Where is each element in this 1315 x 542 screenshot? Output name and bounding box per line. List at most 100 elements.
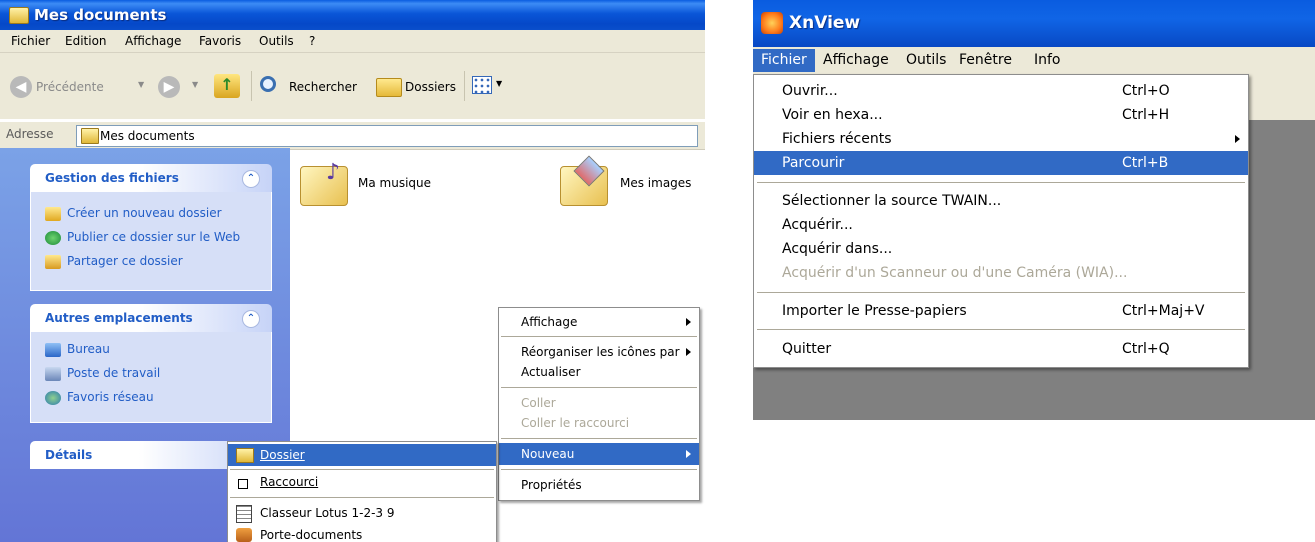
search-icon: [260, 76, 276, 92]
ctx-reorganiser[interactable]: Réorganiser les icônes par: [499, 341, 699, 363]
task-new-folder[interactable]: Créer un nouveau dossier: [45, 206, 222, 221]
ctx-actualiser[interactable]: Actualiser: [499, 361, 699, 383]
back-arrow-icon: ◀: [10, 76, 32, 98]
file-tasks-panel: Gestion des fichiers ⌃ Créer un nouveau …: [30, 164, 272, 291]
folder-label: Mes images: [620, 176, 692, 190]
ctx-nouveau[interactable]: Nouveau: [499, 443, 699, 465]
other-places-panel: Autres emplacements ⌃ Bureau Poste de tr…: [30, 304, 272, 423]
xnview-app-icon: [761, 12, 783, 34]
submenu-arrow-icon: [686, 318, 691, 326]
new-classeur-lotus[interactable]: Classeur Lotus 1-2-3 9: [228, 502, 496, 524]
folder-mes-images[interactable]: Mes images: [558, 155, 698, 210]
explorer-window: Mes documents Fichier Edition Affichage …: [0, 0, 705, 542]
panel-body: Bureau Poste de travail Favoris réseau: [30, 332, 272, 423]
toolbar-area: [1247, 74, 1315, 120]
toolbar: ◀ Précédente ▼ ▶ ▼ ↑ Rechercher Dossiers…: [0, 53, 705, 119]
computer-icon: [45, 366, 61, 381]
back-label: Précédente: [36, 80, 104, 94]
menu-fichier[interactable]: Fichier: [753, 49, 815, 72]
folders-icon: [376, 78, 402, 97]
back-button[interactable]: ◀ Précédente ▼: [10, 76, 150, 100]
title-bar: Mes documents: [0, 0, 705, 30]
submenu-arrow-icon: [686, 450, 691, 458]
separator: [757, 329, 1245, 331]
new-raccourci[interactable]: Raccourci: [228, 471, 496, 493]
new-dossier[interactable]: Dossier: [228, 444, 496, 466]
menu-affichage[interactable]: Affichage: [823, 52, 889, 68]
menu-item-voir-hexa[interactable]: Voir en hexa... Ctrl+H: [754, 103, 1248, 127]
menu-bar: Fichier Affichage Outils Fenêtre Info: [753, 47, 1315, 74]
task-publish-web[interactable]: Publier ce dossier sur le Web: [45, 230, 240, 245]
place-poste-travail[interactable]: Poste de travail: [45, 366, 160, 381]
search-button[interactable]: Rechercher: [258, 74, 368, 100]
address-bar: Adresse Mes documents: [0, 121, 705, 150]
xnview-window: XnView Fichier Affichage Outils Fenêtre …: [753, 0, 1315, 420]
collapse-icon[interactable]: ⌃: [242, 310, 260, 328]
chevron-down-icon: ▼: [138, 80, 145, 89]
place-favoris-reseau[interactable]: Favoris réseau: [45, 390, 154, 405]
menu-fenetre[interactable]: Fenêtre: [959, 52, 1012, 68]
panel-header[interactable]: Autres emplacements ⌃: [30, 304, 272, 332]
folder-ma-musique[interactable]: ♪ Ma musique: [298, 160, 438, 210]
window-title: XnView: [789, 13, 861, 33]
menu-fichier[interactable]: Fichier: [11, 34, 50, 48]
panel-header[interactable]: Gestion des fichiers ⌃: [30, 164, 272, 192]
menu-outils[interactable]: Outils: [906, 52, 946, 68]
share-folder-icon: [45, 254, 61, 269]
folder-icon: [236, 448, 254, 463]
new-porte-documents[interactable]: Porte-documents: [228, 524, 496, 542]
menu-item-source-twain[interactable]: Sélectionner la source TWAIN...: [754, 189, 1248, 213]
menu-item-quitter[interactable]: Quitter Ctrl+Q: [754, 337, 1248, 361]
chevron-down-icon: ▼: [496, 79, 503, 88]
menu-affichage[interactable]: Affichage: [125, 34, 181, 48]
menu-item-ouvrir[interactable]: Ouvrir... Ctrl+O: [754, 79, 1248, 103]
menu-favoris[interactable]: Favoris: [199, 34, 241, 48]
music-folder-icon: [300, 166, 348, 206]
search-label: Rechercher: [289, 80, 357, 94]
spreadsheet-icon: [236, 505, 252, 523]
submenu-arrow-icon: [686, 348, 691, 356]
desktop-icon: [45, 342, 61, 357]
context-menu: Affichage Réorganiser les icônes par Act…: [498, 307, 700, 501]
views-icon: [472, 76, 492, 94]
menu-outils[interactable]: Outils: [259, 34, 294, 48]
menu-bar: Fichier Edition Affichage Favoris Outils…: [0, 30, 705, 53]
submenu-arrow-icon: [1235, 135, 1240, 143]
forward-button[interactable]: ▶: [158, 76, 180, 98]
separator: [501, 438, 697, 439]
new-folder-icon: [45, 206, 61, 221]
panel-title: Détails: [45, 448, 93, 462]
separator: [757, 292, 1245, 294]
separator: [501, 387, 697, 388]
menu-help[interactable]: ?: [309, 34, 315, 48]
menu-item-fichiers-recents[interactable]: Fichiers récents: [754, 127, 1248, 151]
ctx-coller: Coller: [521, 396, 556, 410]
menu-item-parcourir[interactable]: Parcourir Ctrl+B: [754, 151, 1248, 175]
globe-icon: [45, 230, 61, 245]
ctx-affichage[interactable]: Affichage: [499, 311, 699, 333]
folder-app-icon: [9, 7, 29, 24]
ctx-coller-raccourci: Coller le raccourci: [521, 416, 630, 430]
menu-edition[interactable]: Edition: [65, 34, 107, 48]
ctx-proprietes[interactable]: Propriétés: [499, 474, 699, 496]
network-icon: [45, 390, 61, 405]
briefcase-icon: [236, 528, 252, 542]
task-share-folder[interactable]: Partager ce dossier: [45, 254, 183, 269]
separator: [230, 497, 494, 498]
menu-item-presse-papiers[interactable]: Importer le Presse-papiers Ctrl+Maj+V: [754, 299, 1248, 323]
address-label: Adresse: [6, 127, 54, 141]
folders-button[interactable]: Dossiers: [374, 74, 459, 100]
menu-item-acquerir[interactable]: Acquérir...: [754, 213, 1248, 237]
collapse-icon[interactable]: ⌃: [242, 170, 260, 188]
panel-title: Autres emplacements: [45, 311, 193, 325]
chevron-down-icon: ▼: [192, 80, 199, 89]
separator: [251, 71, 252, 101]
up-folder-icon[interactable]: ↑: [214, 74, 240, 98]
address-value: Mes documents: [100, 129, 195, 143]
place-bureau[interactable]: Bureau: [45, 342, 110, 357]
menu-item-acquerir-dans[interactable]: Acquérir dans...: [754, 237, 1248, 261]
address-input[interactable]: Mes documents: [76, 125, 698, 147]
menu-info[interactable]: Info: [1034, 52, 1061, 68]
views-button[interactable]: ▼: [472, 74, 506, 98]
file-menu-dropdown: Ouvrir... Ctrl+O Voir en hexa... Ctrl+H Fi…: [753, 74, 1249, 368]
